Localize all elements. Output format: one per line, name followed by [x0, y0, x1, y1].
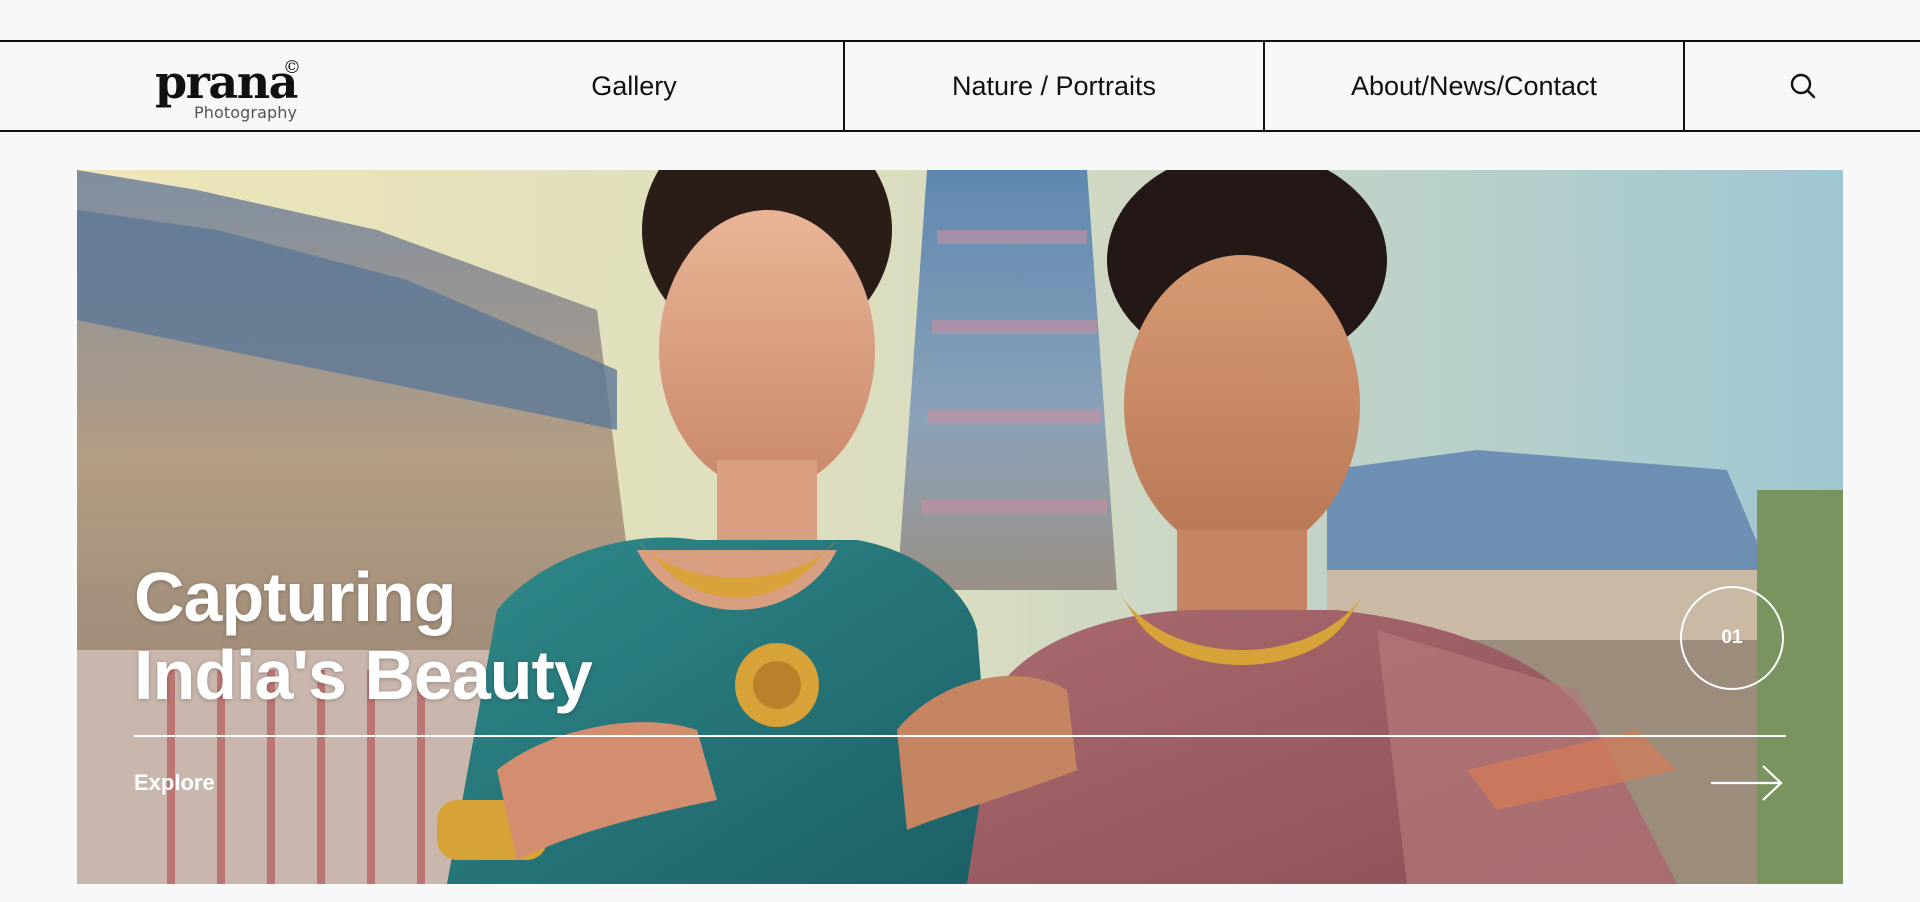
site-logo[interactable]: prana © Photography — [155, 52, 305, 122]
slide-counter: 01 — [1680, 586, 1784, 690]
hero-divider — [134, 735, 1786, 737]
search-button[interactable] — [1685, 42, 1920, 130]
next-slide-button[interactable] — [1709, 763, 1785, 803]
arrow-right-icon — [1711, 765, 1783, 801]
nav-item-about-news-contact[interactable]: About/News/Contact — [1265, 42, 1685, 130]
search-icon — [1790, 73, 1815, 99]
hero-title-line-2: India's Beauty — [134, 636, 593, 714]
nav-item-gallery[interactable]: Gallery — [425, 42, 845, 130]
hero-title: Capturing India's Beauty — [134, 558, 593, 714]
explore-link[interactable]: Explore — [134, 770, 215, 796]
copyright-mark: © — [283, 57, 301, 78]
site-header: prana © Photography Gallery Nature / Por… — [0, 40, 1920, 132]
hero-title-line-1: Capturing — [134, 558, 457, 636]
nav-item-nature-portraits[interactable]: Nature / Portraits — [845, 42, 1265, 130]
hero-photo — [77, 170, 1843, 884]
hero-slider: Capturing India's Beauty 01 Explore — [77, 170, 1843, 884]
logo-tagline: Photography — [194, 103, 298, 122]
slide-number: 01 — [1721, 627, 1743, 648]
logo-cell: prana © Photography — [0, 42, 425, 130]
